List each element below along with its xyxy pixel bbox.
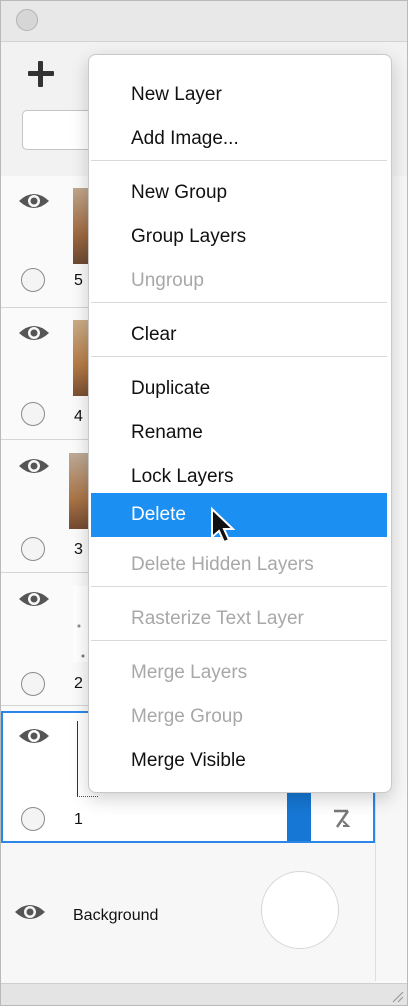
eye-icon[interactable] [13, 901, 47, 923]
background-layer-row[interactable]: Background [1, 843, 375, 983]
menu-item-ungroup: Ungroup [131, 270, 204, 291]
title-bar [1, 1, 407, 42]
eye-icon[interactable] [17, 190, 51, 212]
eye-icon[interactable] [17, 588, 51, 610]
menu-separator [91, 160, 387, 161]
menu-item-duplicate[interactable]: Duplicate [91, 367, 387, 411]
eye-icon[interactable] [17, 725, 51, 747]
menu-item-rasterize-text-layer: Rasterize Text Layer [131, 608, 304, 629]
eye-icon[interactable] [17, 455, 51, 477]
menu-separator [91, 640, 387, 641]
menu-item-merge-layers: Merge Layers [131, 662, 248, 683]
layer-name: Background [73, 907, 159, 924]
menu-item-clear[interactable]: Clear [91, 313, 387, 357]
menu-item-merge-group: Merge Group [131, 706, 243, 727]
menu-item-add-image[interactable]: Add Image... [91, 117, 387, 161]
layer-select-radio[interactable] [21, 268, 45, 292]
menu-item-group-layers[interactable]: Group Layers [91, 215, 387, 259]
layer-context-menu: New Layer Add Image... New Group Group L… [88, 54, 392, 793]
layer-name: 4 [74, 408, 83, 425]
mouse-pointer-icon [211, 506, 235, 544]
resize-grip-icon[interactable] [390, 989, 404, 1003]
close-window-button[interactable] [16, 9, 38, 31]
menu-item-delete-hidden-layers: Delete Hidden Layers [131, 554, 314, 575]
link-off-icon[interactable] [329, 807, 353, 831]
layer-name: 3 [74, 541, 83, 558]
layer-select-radio[interactable] [21, 402, 45, 426]
layer-select-radio[interactable] [21, 537, 45, 561]
layer-name: 5 [74, 272, 83, 289]
layer-name: 2 [74, 675, 83, 692]
layer-select-radio[interactable] [21, 807, 45, 831]
menu-item-new-group[interactable]: New Group [91, 171, 387, 215]
layer-select-radio[interactable] [21, 672, 45, 696]
menu-item-delete[interactable]: Delete [91, 493, 387, 537]
background-color-swatch[interactable] [261, 871, 339, 949]
status-bar [1, 983, 407, 1005]
layer-name: 1 [74, 811, 83, 828]
menu-separator [91, 302, 387, 303]
layers-window: 5 4 3 2 1 Background New Layer Add Image… [0, 0, 408, 1006]
menu-separator [91, 356, 387, 357]
add-layer-button[interactable] [25, 58, 57, 90]
menu-item-new-layer[interactable]: New Layer [91, 73, 387, 117]
layer-color-tag [287, 791, 311, 841]
menu-item-merge-visible[interactable]: Merge Visible [91, 739, 387, 783]
eye-icon[interactable] [17, 322, 51, 344]
menu-item-rename[interactable]: Rename [91, 411, 387, 455]
menu-separator [91, 586, 387, 587]
